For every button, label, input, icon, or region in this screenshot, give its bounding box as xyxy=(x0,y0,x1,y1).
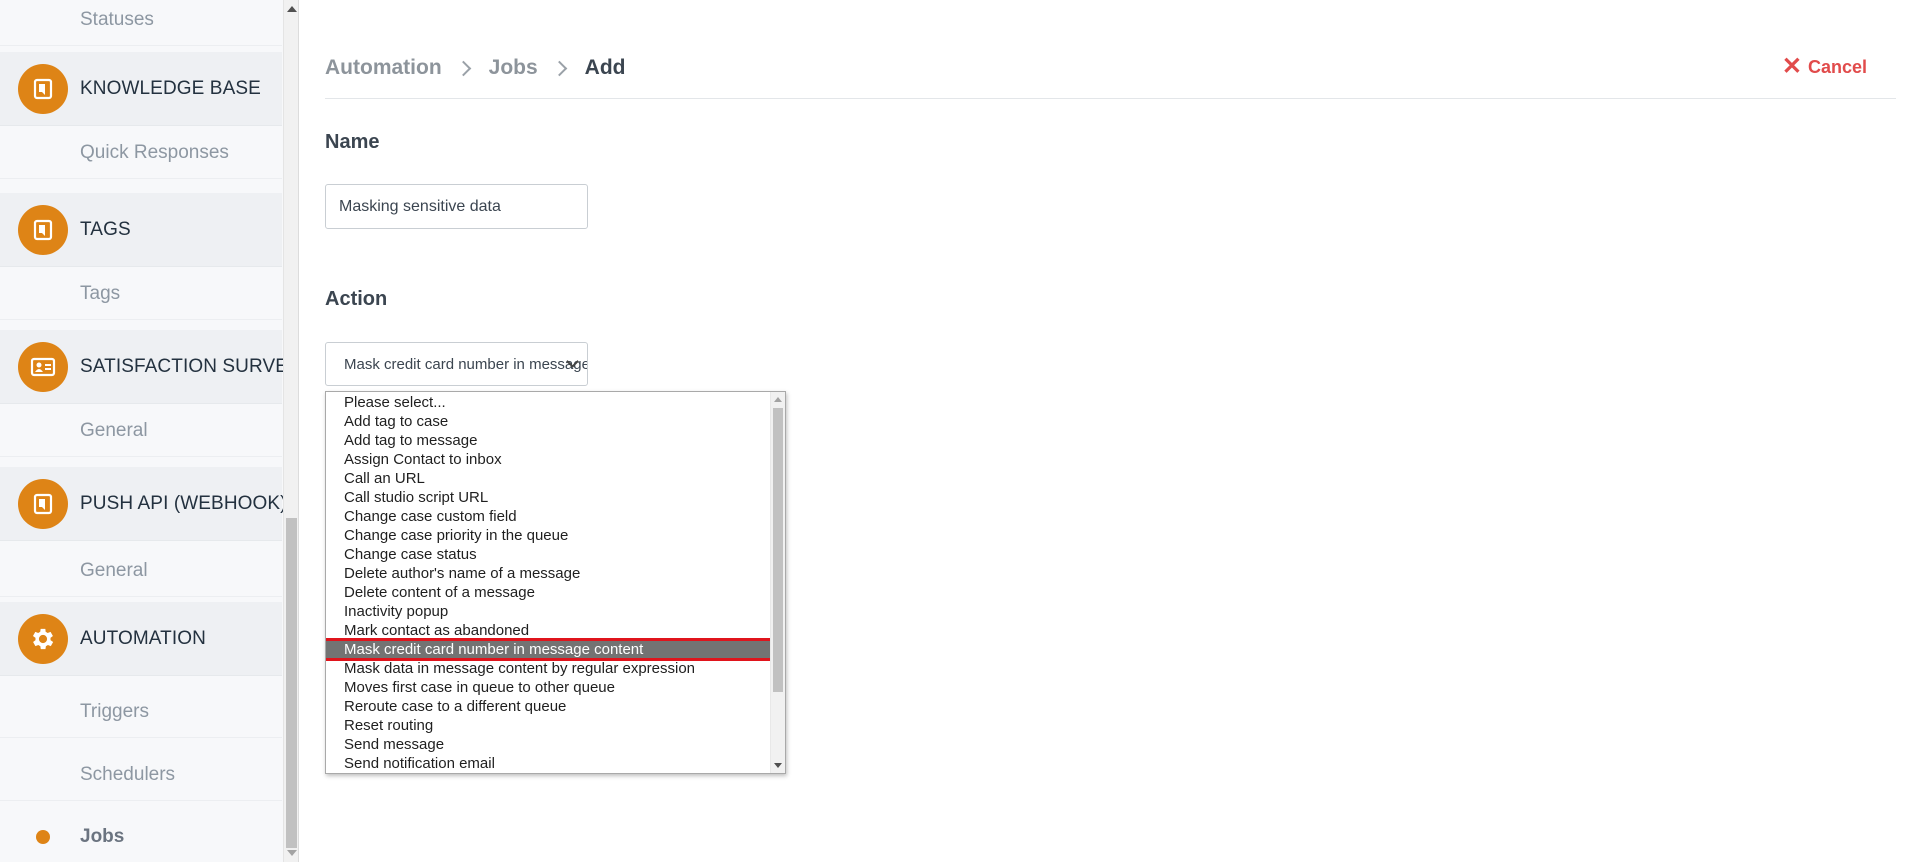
sidebar-item-general[interactable]: General xyxy=(0,545,282,597)
sidebar-item-quick-responses[interactable]: Quick Responses xyxy=(0,127,282,179)
scroll-down-arrow-icon[interactable] xyxy=(774,763,782,768)
dropdown-option[interactable]: Add tag to message xyxy=(326,431,785,450)
header-divider xyxy=(325,98,1896,99)
sidebar-item-label: Tags xyxy=(80,282,121,304)
sidebar-section-automation[interactable]: AUTOMATION xyxy=(0,602,282,676)
dropdown-option[interactable]: Please select... xyxy=(326,393,785,412)
dropdown-option[interactable]: Reroute case to a different queue xyxy=(326,697,785,716)
dropdown-option[interactable]: Call an URL xyxy=(326,469,785,488)
sidebar-item-general[interactable]: General xyxy=(0,405,282,457)
sidebar-item-tags[interactable]: Tags xyxy=(0,268,282,320)
chevron-right-icon xyxy=(551,60,567,76)
sidebar-section-tags[interactable]: TAGS xyxy=(0,193,282,267)
sidebar-section-title: SATISFACTION SURVEYS xyxy=(80,355,285,377)
breadcrumb-automation[interactable]: Automation xyxy=(325,56,442,80)
sidebar-section-push-api[interactable]: PUSH API (WEBHOOK) xyxy=(0,467,285,541)
cancel-button[interactable]: ✕ Cancel xyxy=(1782,55,1867,79)
gear-icon xyxy=(18,613,68,664)
dropdown-option[interactable]: Send notification email xyxy=(326,754,785,773)
action-select[interactable]: Mask credit card number in message conte… xyxy=(325,342,588,386)
name-label: Name xyxy=(325,131,380,153)
sidebar-section-title: TAGS xyxy=(80,218,131,240)
dropdown-option[interactable]: Change case status xyxy=(326,545,785,564)
dropdown-option[interactable]: Delete content of a message xyxy=(326,583,785,602)
dropdown-option[interactable]: Moves first case in queue to other queue xyxy=(326,678,785,697)
action-dropdown-list[interactable]: Please select... Add tag to case Add tag t… xyxy=(325,391,786,774)
sidebar-item-label: Triggers xyxy=(80,700,149,722)
sidebar-item-schedulers[interactable]: Schedulers xyxy=(0,749,282,801)
dropdown-option[interactable]: Call studio script URL xyxy=(326,488,785,507)
dropdown-option[interactable]: Change case custom field xyxy=(326,507,785,526)
dropdown-option[interactable]: Delete author's name of a message xyxy=(326,564,785,583)
dropdown-options: Please select... Add tag to case Add tag t… xyxy=(326,392,785,773)
sidebar-section-satisfaction-surveys[interactable]: SATISFACTION SURVEYS xyxy=(0,330,285,404)
dropdown-option[interactable]: Mark contact as abandoned xyxy=(326,621,785,640)
sidebar-section-title: AUTOMATION xyxy=(80,627,206,649)
sidebar-section-title: PUSH API (WEBHOOK) xyxy=(80,492,285,514)
name-input[interactable] xyxy=(325,184,588,229)
scroll-up-arrow-icon[interactable] xyxy=(287,6,297,12)
breadcrumb: Automation Jobs Add xyxy=(325,56,626,80)
dropdown-option[interactable]: Reset routing xyxy=(326,716,785,735)
close-icon: ✕ xyxy=(1781,53,1802,80)
scroll-up-arrow-icon[interactable] xyxy=(774,397,782,402)
scrollbar-thumb[interactable] xyxy=(286,518,297,848)
sidebar-item-label: Schedulers xyxy=(80,763,176,785)
active-indicator-dot xyxy=(36,830,50,844)
document-icon xyxy=(18,478,68,529)
dropdown-option[interactable]: Change case priority in the queue xyxy=(326,526,785,545)
cancel-label: Cancel xyxy=(1807,56,1867,77)
sidebar-item-label: Statuses xyxy=(80,8,154,30)
action-label: Action xyxy=(325,288,388,310)
sidebar: Statuses KNOWLEDGE BASE Quick Responses … xyxy=(0,0,285,862)
scrollbar-thumb[interactable] xyxy=(773,408,783,692)
sidebar-section-title: KNOWLEDGE BASE xyxy=(80,77,261,99)
sidebar-item-label: General xyxy=(80,559,148,581)
dropdown-option[interactable]: Mask data in message content by regular … xyxy=(326,659,785,678)
sidebar-section-knowledge-base[interactable]: KNOWLEDGE BASE xyxy=(0,52,282,126)
sidebar-item-label: Jobs xyxy=(80,826,125,847)
sidebar-item-statuses[interactable]: Statuses xyxy=(0,0,282,46)
document-icon xyxy=(18,63,68,114)
sidebar-scrollbar[interactable] xyxy=(283,0,299,862)
dropdown-option[interactable]: Send message xyxy=(326,735,785,754)
main-content: Automation Jobs Add ✕ Cancel Name Action… xyxy=(300,0,1919,862)
scroll-down-arrow-icon[interactable] xyxy=(287,850,297,856)
breadcrumb-add: Add xyxy=(584,56,626,79)
breadcrumb-jobs[interactable]: Jobs xyxy=(489,56,538,80)
dropdown-scrollbar[interactable] xyxy=(770,392,785,773)
action-select-value: Mask credit card number in message conte… xyxy=(344,355,588,373)
sidebar-item-label: General xyxy=(80,419,148,441)
dropdown-option[interactable]: Inactivity popup xyxy=(326,602,785,621)
dropdown-option[interactable]: Add tag to case xyxy=(326,412,785,431)
sidebar-item-label: Quick Responses xyxy=(80,141,229,163)
document-icon xyxy=(18,204,68,255)
dropdown-option-selected[interactable]: Mask credit card number in message conte… xyxy=(326,638,773,661)
chevron-right-icon xyxy=(455,60,471,76)
id-card-icon xyxy=(18,341,68,392)
sidebar-item-jobs[interactable]: Jobs xyxy=(0,811,282,862)
dropdown-option[interactable]: Assign Contact to inbox xyxy=(326,450,785,469)
sidebar-item-triggers[interactable]: Triggers xyxy=(0,686,282,738)
